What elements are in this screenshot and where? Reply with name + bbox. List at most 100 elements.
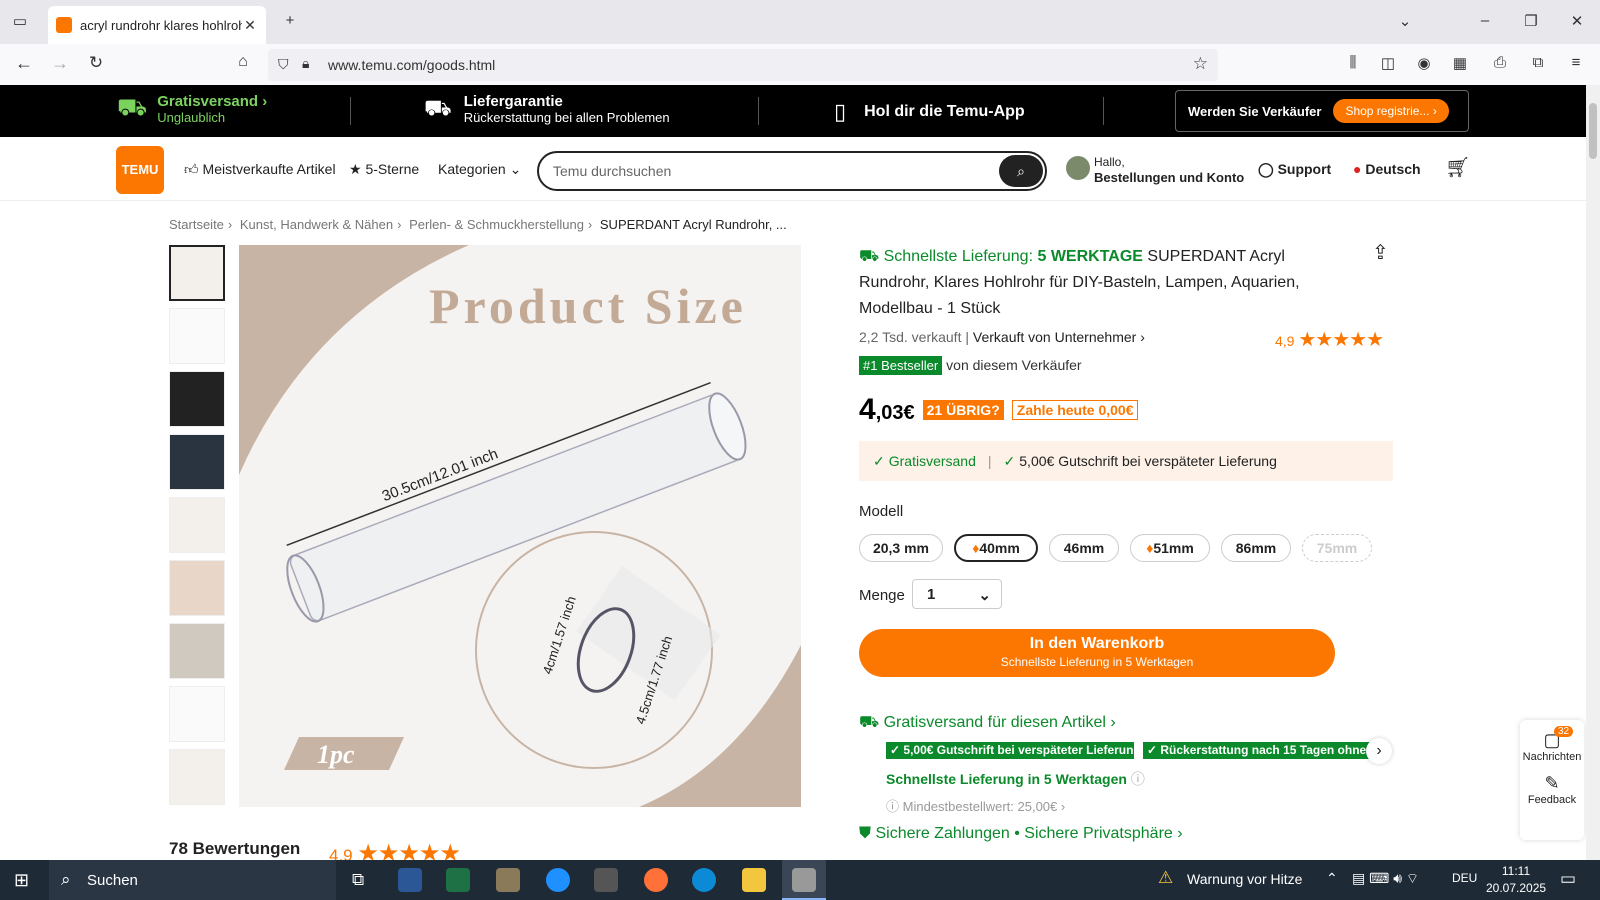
inner-diameter-label: 4cm/1.57 inch bbox=[540, 594, 579, 676]
tray-chevron-icon[interactable]: ⌃ bbox=[1326, 870, 1338, 887]
maximize-icon[interactable]: ❐ bbox=[1516, 12, 1546, 30]
guarantee-title: Liefergarantie bbox=[463, 93, 563, 110]
app-icon[interactable] bbox=[594, 868, 618, 892]
library-icon[interactable]: ⫼ bbox=[1338, 54, 1368, 71]
print-icon[interactable]: ⎙ bbox=[1485, 54, 1515, 71]
messages-button[interactable]: ▢ 32 Nachrichten bbox=[1520, 720, 1584, 763]
file-explorer-icon[interactable] bbox=[742, 868, 766, 892]
model-option[interactable]: 46mm bbox=[1049, 534, 1119, 562]
close-tab-icon[interactable]: ✕ bbox=[242, 17, 258, 34]
language-selector[interactable]: ● Deutsch bbox=[1353, 161, 1421, 177]
product-thumbnail[interactable] bbox=[169, 749, 225, 805]
word-icon[interactable] bbox=[398, 868, 422, 892]
fire-icon: ♦ bbox=[972, 540, 980, 556]
minimize-icon[interactable]: – bbox=[1470, 12, 1500, 29]
product-thumbnail[interactable] bbox=[169, 308, 225, 364]
truck-icon: ⛟ bbox=[117, 94, 148, 121]
bestseller-badge: #1 Bestseller bbox=[859, 356, 943, 375]
product-thumbnail[interactable] bbox=[169, 560, 225, 616]
active-app[interactable] bbox=[782, 860, 826, 900]
reload-icon[interactable]: ↻ bbox=[81, 53, 111, 73]
forward-icon[interactable]: → bbox=[45, 53, 75, 74]
app-promo[interactable]: ▯ Hol dir die Temu-App bbox=[834, 99, 1025, 125]
product-rating[interactable]: 4,9 ★★★★★ bbox=[1275, 327, 1384, 352]
task-view-icon[interactable]: ⧉ bbox=[352, 870, 364, 890]
feedback-button[interactable]: ✎ Feedback bbox=[1520, 763, 1584, 806]
divider bbox=[758, 97, 759, 125]
app-icon[interactable] bbox=[496, 868, 520, 892]
feedback-icon: ✎ bbox=[1544, 773, 1560, 793]
product-main-image[interactable]: Product Size 30.5cm/12.01 inch 4cm/1.57 … bbox=[239, 245, 801, 807]
model-option[interactable]: 20,3 mm bbox=[859, 534, 943, 562]
cart-icon[interactable]: 🛒︎ bbox=[1445, 155, 1470, 180]
seller-link[interactable]: Verkauft von Unternehmer › bbox=[973, 329, 1145, 345]
firefox-icon[interactable] bbox=[644, 868, 668, 892]
browser-tab-bar: ▭ acryl rundrohr klares hohlrohr d ✕ + ⌄… bbox=[0, 0, 1600, 44]
product-thumbnail[interactable] bbox=[169, 686, 225, 742]
warning-icon[interactable]: ⚠ bbox=[1158, 868, 1173, 888]
austria-flag-icon: ● bbox=[1353, 161, 1362, 177]
tab-list-icon[interactable]: ▭ bbox=[5, 12, 35, 30]
tab-overflow-icon[interactable]: ⌄ bbox=[1390, 12, 1420, 30]
secure-payment-link[interactable]: ⛊ Sichere Zahlungen • Sichere Privatsphä… bbox=[859, 825, 1183, 843]
shop-register-button[interactable]: Shop registrie... › bbox=[1333, 99, 1449, 123]
support-link[interactable]: ◯ Support bbox=[1258, 161, 1331, 178]
share-icon[interactable]: ⇪ bbox=[1372, 240, 1389, 265]
guarantee-promo[interactable]: ⛟ Liefergarantie Rückerstattung bei alle… bbox=[424, 93, 670, 125]
nav-categories[interactable]: Kategorien ⌄ bbox=[438, 161, 521, 178]
breadcrumb-item[interactable]: Startseite bbox=[169, 217, 224, 232]
model-option[interactable]: ♦ 51mm bbox=[1130, 534, 1210, 562]
menu-icon[interactable]: ≡ bbox=[1561, 54, 1591, 71]
quantity-select[interactable]: 1 ⌄ bbox=[912, 579, 1002, 609]
sidebar-icon[interactable]: ◫ bbox=[1373, 54, 1403, 72]
new-tab-icon[interactable]: + bbox=[275, 12, 305, 29]
back-icon[interactable]: ← bbox=[9, 53, 39, 74]
nav-5stars[interactable]: ★ 5-Sterne bbox=[349, 161, 419, 178]
product-thumbnail[interactable] bbox=[169, 497, 225, 553]
avatar[interactable] bbox=[1066, 156, 1090, 180]
close-window-icon[interactable]: ✕ bbox=[1562, 12, 1592, 30]
product-thumbnail[interactable] bbox=[169, 245, 225, 301]
free-shipping-promo[interactable]: ⛟ Gratisversand › Unglaublich bbox=[117, 93, 267, 125]
check-icon: ✓ bbox=[1003, 452, 1016, 469]
taskbar-search[interactable]: ⌕ Suchen bbox=[49, 860, 336, 900]
clock[interactable]: 11:11 20.07.2025 bbox=[1486, 863, 1546, 897]
product-thumbnail[interactable] bbox=[169, 623, 225, 679]
chevron-right-icon[interactable]: › bbox=[1366, 738, 1392, 764]
weather-text[interactable]: Warnung vor Hitze bbox=[1187, 871, 1302, 887]
search-input[interactable]: Temu durchsuchen ⌕ bbox=[537, 151, 1047, 191]
puzzle-icon[interactable]: ⧉ bbox=[1523, 54, 1553, 71]
ie-icon[interactable] bbox=[546, 868, 570, 892]
account-icon[interactable]: ◉ bbox=[1409, 54, 1439, 72]
model-option-selected[interactable]: ♦ 40mm bbox=[954, 534, 1038, 562]
bookmark-star-icon[interactable]: ☆ bbox=[1193, 54, 1208, 74]
extension-icon[interactable]: ▦ bbox=[1445, 54, 1475, 72]
tab-title: acryl rundrohr klares hohlrohr d bbox=[80, 17, 242, 33]
quantity-label: Menge bbox=[859, 587, 905, 604]
scrollbar-thumb[interactable] bbox=[1589, 103, 1597, 159]
page-scrollbar[interactable] bbox=[1586, 85, 1600, 860]
model-option[interactable]: 86mm bbox=[1221, 534, 1291, 562]
free-shipping-link[interactable]: ⛟ Gratisversand für diesen Artikel › bbox=[859, 713, 1116, 733]
product-thumbnail[interactable] bbox=[169, 434, 225, 490]
windows-start-icon[interactable]: ⊞ bbox=[14, 870, 29, 891]
url-bar[interactable]: ⛉ 🔒︎ www.temu.com/goods.html ☆ bbox=[268, 49, 1218, 81]
min-order-text[interactable]: ⓘ Mindestbestellwert: 25,00€ › bbox=[886, 796, 1065, 815]
notification-icon[interactable]: ▭ bbox=[1560, 869, 1576, 889]
nav-bestsellers[interactable]: 👍︎ Meistverkaufte Artikel bbox=[184, 161, 336, 178]
account-menu[interactable]: Hallo, Bestellungen und Konto bbox=[1094, 155, 1244, 185]
product-thumbnail[interactable] bbox=[169, 371, 225, 427]
search-button[interactable]: ⌕ bbox=[999, 155, 1043, 187]
language-indicator[interactable]: DEU bbox=[1452, 871, 1477, 885]
price-integer: 4 bbox=[859, 393, 876, 426]
add-to-cart-button[interactable]: In den Warenkorb Schnellste Lieferung in… bbox=[859, 629, 1335, 677]
home-icon[interactable]: ⌂ bbox=[228, 53, 258, 71]
excel-icon[interactable] bbox=[446, 868, 470, 892]
tray-icons[interactable]: ▤ ⌨ 🔊︎ ⌔ bbox=[1352, 870, 1419, 888]
browser-tab[interactable]: acryl rundrohr klares hohlrohr d ✕ bbox=[48, 6, 266, 44]
temu-logo[interactable]: TEMU bbox=[116, 146, 164, 194]
seller-promo[interactable]: Werden Sie Verkäufer Shop registrie... › bbox=[1175, 90, 1469, 132]
edge-icon[interactable] bbox=[692, 868, 716, 892]
breadcrumb-item[interactable]: Kunst, Handwerk & Nähen bbox=[240, 217, 393, 232]
breadcrumb-item[interactable]: Perlen- & Schmuckherstellung bbox=[409, 217, 584, 232]
